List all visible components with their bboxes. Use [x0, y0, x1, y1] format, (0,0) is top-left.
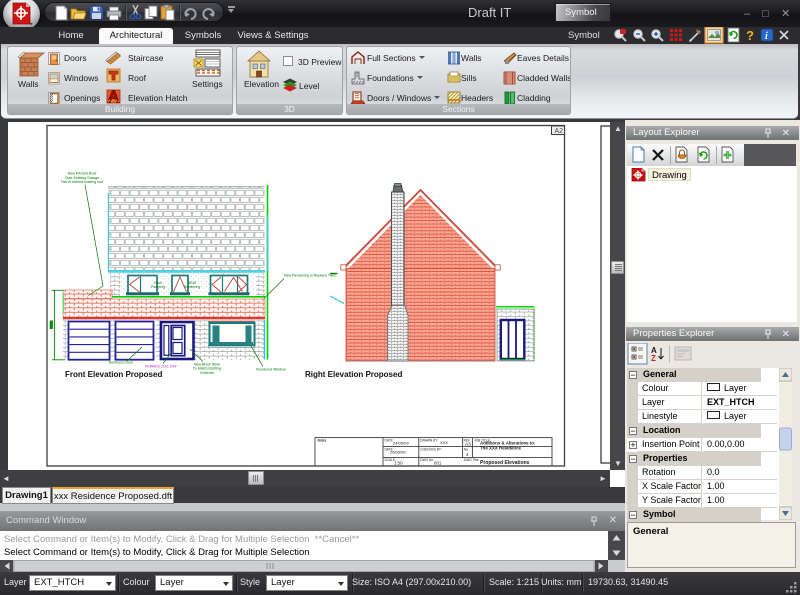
svg-text:Proposed Elevations: Proposed Elevations [480, 460, 530, 466]
svg-text:External: External [200, 371, 213, 375]
svg-text:New Rendering to Replace Tile: New Rendering to Replace Tiled [284, 274, 336, 278]
svg-text:1:50: 1:50 [394, 460, 403, 465]
svg-text:Z: Z [651, 354, 656, 363]
svg-text:Paneling: Paneling [151, 285, 165, 289]
svg-text:DRAWN BY:: DRAWN BY: [420, 438, 438, 442]
svg-text:XXX: XXX [440, 440, 448, 445]
svg-text:Notes: Notes [318, 439, 327, 443]
svg-text:001: 001 [434, 461, 442, 466]
svg-text:The XXX Residence: The XXX Residence [480, 445, 522, 450]
svg-text:FRAMES 2101 DAY: FRAMES 2101 DAY [145, 364, 178, 368]
svg-text:Rendered Door: Rendered Door [109, 361, 134, 365]
svg-text:A3: A3 [465, 442, 471, 447]
svg-text:Rendering: Rendering [184, 285, 201, 289]
svg-text:4: 4 [466, 452, 469, 457]
svg-text:A2: A2 [555, 128, 564, 135]
svg-text:Rendered Window: Rendered Window [256, 368, 286, 372]
svg-text:No: No [464, 448, 468, 452]
svg-text:?: ? [746, 28, 754, 43]
svg-text:Front Elevation Proposed: Front Elevation Proposed [65, 370, 162, 379]
svg-text:26/05/09: 26/05/09 [390, 450, 406, 455]
svg-text:Right Elevation Proposed: Right Elevation Proposed [305, 370, 402, 379]
svg-text:24/05/09: 24/05/09 [393, 441, 409, 446]
svg-text:Tied in behind existing roof: Tied in behind existing roof [61, 180, 104, 184]
svg-text:i: i [765, 31, 768, 42]
svg-text:DWG Title:: DWG Title: [464, 458, 480, 462]
svg-text:CHECKED BY:: CHECKED BY: [420, 447, 442, 451]
svg-text:DWG No:: DWG No: [420, 458, 434, 462]
